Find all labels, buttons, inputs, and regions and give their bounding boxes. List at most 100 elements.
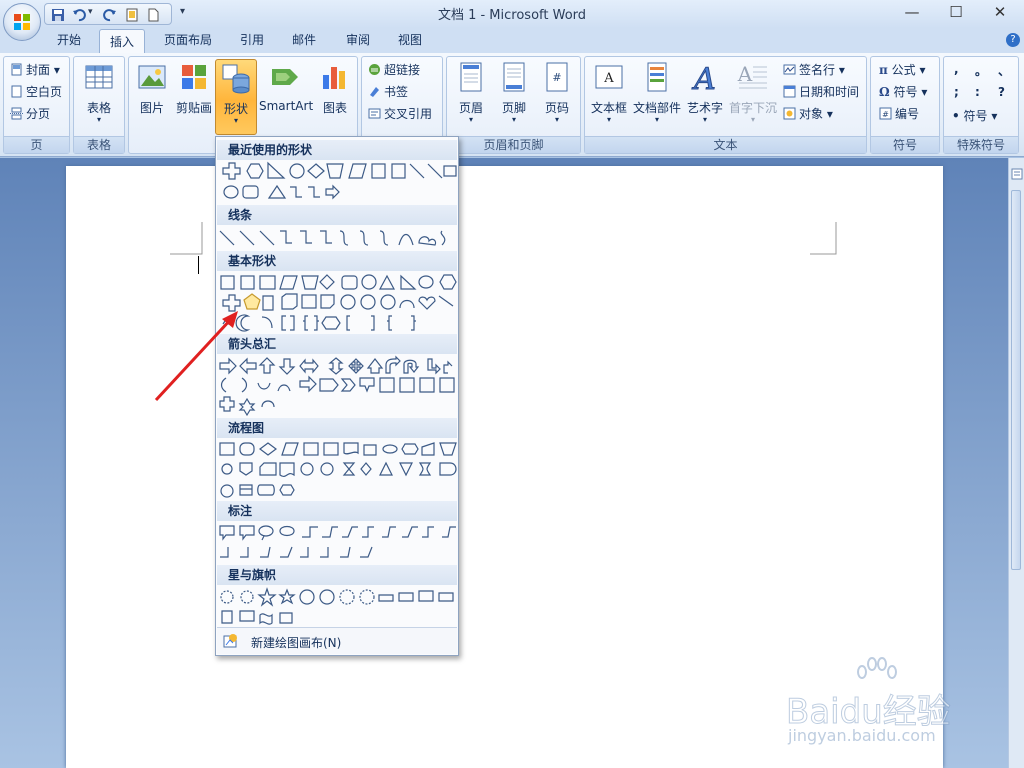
special-char-semicolon[interactable]: ; — [954, 85, 959, 99]
shapes-dropdown-icon: ▾ — [233, 116, 238, 125]
wordart-icon: A — [691, 62, 717, 94]
cross-reference-icon — [368, 108, 381, 119]
svg-text:#: # — [552, 71, 561, 84]
recent-shapes-row[interactable] — [216, 161, 458, 203]
symbols-group: π 公式 ▾ Ω 符号 ▾ # 编号 符号 — [870, 56, 940, 154]
save-icon[interactable] — [51, 8, 65, 22]
header-footer-group-label: 页眉和页脚 — [447, 136, 580, 153]
clip-art-button[interactable]: 剪贴画 — [174, 59, 214, 135]
bookmark-button[interactable]: 书签 — [368, 82, 408, 102]
tab-insert[interactable]: 插入 — [99, 29, 145, 53]
new-drawing-canvas-item[interactable]: 新建绘图画布(N) — [217, 627, 457, 654]
svg-text:A: A — [603, 71, 614, 86]
blank-page-button[interactable]: 空白页 — [10, 82, 62, 102]
svg-text:#: # — [882, 110, 889, 119]
page-number-button[interactable]: # 页码 ▾ — [536, 59, 578, 135]
minimize-button[interactable]: — — [890, 0, 934, 24]
watermark-url: jingyan.baidu.com — [788, 726, 936, 745]
block-arrows-grid[interactable] — [216, 355, 458, 417]
dot-icon: • — [952, 109, 960, 123]
table-icon — [85, 65, 113, 89]
basic-shapes-grid[interactable] — [216, 272, 458, 334]
chart-button[interactable]: 图表 — [315, 59, 355, 135]
quick-parts-button[interactable]: 文档部件 ▾ — [632, 59, 682, 135]
object-button[interactable]: 对象 ▾ — [783, 104, 833, 124]
drop-cap-button[interactable]: A 首字下沉 ▾ — [727, 59, 779, 135]
redo-icon[interactable] — [103, 8, 117, 22]
stars-banners-grid[interactable] — [216, 587, 458, 627]
tab-home[interactable]: 开始 — [44, 28, 94, 52]
smartart-button[interactable]: SmartArt — [259, 59, 313, 135]
symbols-group-label: 符号 — [871, 136, 939, 153]
tab-review[interactable]: 审阅 — [336, 28, 380, 52]
smartart-icon — [272, 69, 298, 85]
callout-shapes-grid[interactable] — [216, 523, 458, 563]
bookmark-icon — [370, 87, 379, 97]
tab-view[interactable]: 视图 — [388, 28, 432, 52]
shapes-icon — [222, 64, 250, 94]
cross-reference-button[interactable]: 交叉引用 — [368, 104, 432, 124]
special-symbols-group-label: 特殊符号 — [944, 136, 1018, 153]
line-shapes-row[interactable] — [216, 227, 458, 249]
text-box-dropdown-icon: ▾ — [606, 115, 611, 124]
scrollbar-thumb[interactable] — [1011, 190, 1021, 570]
customize-qat-button[interactable]: ▾ — [180, 6, 185, 17]
tab-mailings[interactable]: 邮件 — [282, 28, 326, 52]
ruler-toggle-icon[interactable] — [1011, 168, 1023, 180]
text-box-button[interactable]: A 文本框 ▾ — [587, 59, 631, 135]
watermark: Baidu经验 jingyan.baidu.com — [780, 654, 980, 750]
picture-button[interactable]: 图片 — [132, 59, 172, 135]
text-group: A 文本框 ▾ 文档部件 ▾ A 艺术字 ▾ A 首字下沉 ▾ 签名行 ▾ 日期… — [584, 56, 867, 154]
new-document-icon[interactable] — [146, 8, 160, 22]
quick-parts-icon — [647, 62, 667, 92]
quick-parts-dropdown-icon: ▾ — [654, 115, 659, 124]
footer-button[interactable]: 页脚 ▾ — [493, 59, 535, 135]
shapes-button[interactable]: 形状 ▾ — [215, 59, 257, 135]
page-break-icon — [10, 107, 23, 120]
footer-dropdown-icon: ▾ — [511, 115, 516, 124]
clip-art-icon — [182, 65, 206, 89]
undo-dropdown-icon[interactable]: ▾ — [88, 7, 93, 17]
print-preview-icon[interactable] — [125, 8, 139, 22]
page-break-button[interactable]: 分页 — [10, 104, 50, 124]
date-time-button[interactable]: 日期和时间 — [783, 82, 859, 102]
signature-line-icon — [783, 64, 796, 75]
special-char-period[interactable]: 。 — [975, 62, 987, 79]
hyperlink-icon — [369, 64, 380, 75]
equation-button[interactable]: π 公式 ▾ — [879, 60, 925, 80]
flowchart-shapes-grid[interactable] — [216, 439, 458, 501]
table-button[interactable]: 表格 ▾ — [77, 59, 121, 135]
office-button[interactable] — [3, 3, 41, 41]
wordart-button[interactable]: A 艺术字 ▾ — [683, 59, 727, 135]
cover-page-icon — [11, 63, 22, 76]
special-symbol-button[interactable]: • 符号 ▾ — [952, 106, 997, 126]
page-number-dropdown-icon: ▾ — [554, 115, 559, 124]
numbering-button[interactable]: # 编号 — [879, 104, 919, 124]
shapes-category-stars-banners: 星与旗帜 — [217, 565, 457, 585]
undo-icon[interactable] — [72, 8, 86, 22]
shapes-category-basic: 基本形状 — [217, 251, 457, 271]
date-time-icon — [783, 85, 796, 98]
symbol-button[interactable]: Ω 符号 ▾ — [879, 82, 927, 102]
text-group-label: 文本 — [585, 136, 866, 153]
numbering-icon: # — [879, 107, 892, 120]
special-char-enumeration[interactable]: 、 — [998, 62, 1010, 79]
help-icon[interactable]: ? — [1006, 33, 1020, 47]
special-char-comma[interactable]: , — [954, 62, 959, 76]
page-number-icon: # — [546, 62, 568, 92]
header-button[interactable]: 页眉 ▾ — [450, 59, 492, 135]
drop-cap-dropdown-icon: ▾ — [750, 115, 755, 124]
close-button[interactable]: ✕ — [978, 0, 1022, 24]
signature-line-button[interactable]: 签名行 ▾ — [783, 60, 845, 80]
hyperlink-button[interactable]: 超链接 — [368, 60, 420, 80]
tab-page-layout[interactable]: 页面布局 — [156, 28, 220, 52]
special-char-colon[interactable]: : — [975, 85, 980, 99]
cover-page-button[interactable]: 封面 ▾ — [10, 60, 60, 80]
top-left-margin-mark — [170, 222, 203, 255]
office-logo-icon — [14, 14, 30, 30]
new-drawing-canvas-label: 新建绘图画布(N) — [251, 636, 342, 650]
shapes-category-lines: 线条 — [217, 205, 457, 225]
special-char-question[interactable]: ? — [998, 85, 1005, 99]
maximize-button[interactable]: ☐ — [934, 0, 978, 24]
tab-references[interactable]: 引用 — [230, 28, 274, 52]
